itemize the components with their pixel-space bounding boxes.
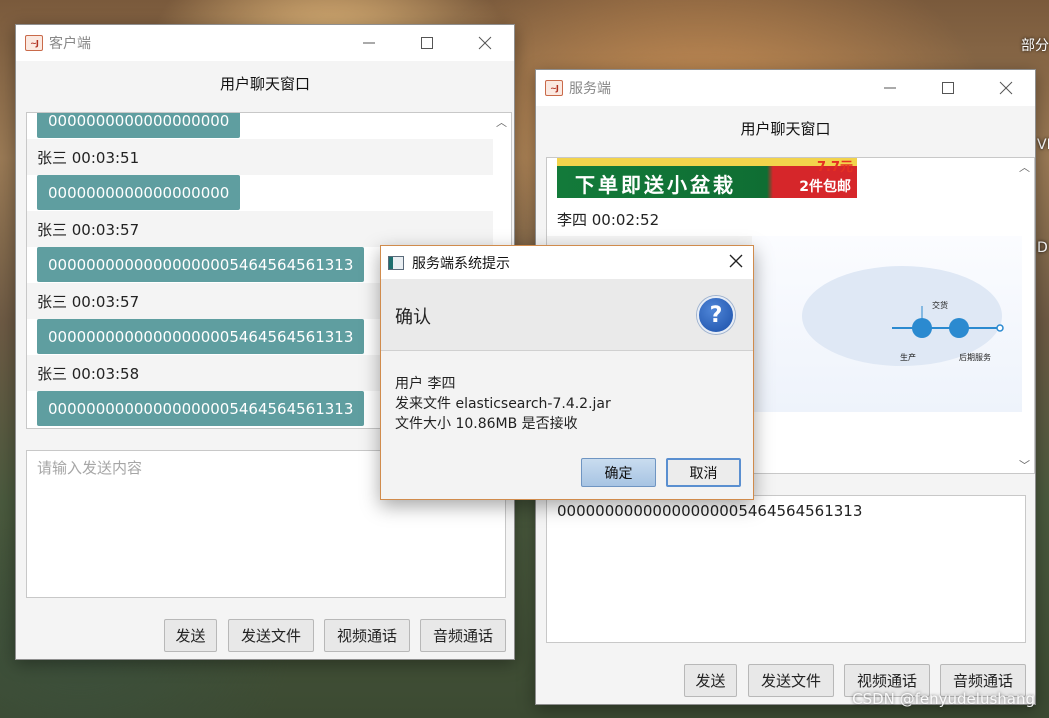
chat-heading: 用户聊天窗口 [740, 120, 831, 138]
message-bubble: 0000000000000000000 [37, 113, 241, 138]
message-row: 张三 00:03:51 [27, 139, 493, 175]
video-call-button[interactable]: 视频通话 [324, 619, 410, 652]
close-icon [999, 81, 1013, 95]
send-file-button[interactable]: 发送文件 [748, 664, 834, 697]
ad-badge: 2件包邮 [799, 179, 851, 195]
image-message-ad-banner: 下单即送小盆栽 7.7元 2件包邮 [557, 158, 857, 198]
client-window-title: 客户端 [49, 36, 91, 52]
server-window-title: 服务端 [569, 81, 611, 97]
desktop-label-partial: 部分 [1021, 38, 1049, 54]
maximize-icon [942, 82, 954, 94]
dialog-line-user: 用户 李四 [395, 376, 456, 392]
close-button[interactable] [977, 70, 1035, 106]
dialog-line-file: 发来文件 elasticsearch-7.4.2.jar [395, 396, 611, 412]
java-app-icon: ~J [545, 80, 563, 96]
server-titlebar[interactable]: ~J 服务端 [536, 70, 1035, 106]
ok-button[interactable]: 确定 [581, 458, 656, 487]
message-input-value: 00000000000000000005464564561313 [557, 502, 863, 520]
ad-main-text: 下单即送小盆栽 [575, 173, 736, 197]
maximize-button[interactable] [919, 70, 977, 106]
message-sender-time: 张三 00:03:57 [37, 220, 140, 239]
send-file-button[interactable]: 发送文件 [228, 619, 314, 652]
send-button[interactable]: 发送 [164, 619, 217, 652]
close-button[interactable] [456, 25, 514, 61]
message-bubble: 00000000000000000005464564561313 [37, 319, 365, 354]
service-flow-diagram: 交货 生产 后期服务 [802, 266, 1004, 366]
dialog-header-text: 确认 [395, 307, 431, 328]
cancel-button[interactable]: 取消 [666, 458, 741, 487]
csdn-watermark: CSDN @fenyudelushang [852, 690, 1035, 708]
dialog-line-size: 文件大小 10.86MB 是否接收 [395, 416, 578, 432]
minimize-button[interactable] [340, 25, 398, 61]
message-row: 0000000000000000000 [27, 175, 493, 211]
desktop-label-edge-1: VI [1037, 137, 1049, 153]
scroll-up-arrow-icon[interactable]: ︿ [1019, 159, 1030, 175]
diagram-label-delivery: 交货 [932, 300, 948, 310]
close-icon [729, 254, 743, 268]
message-bubble: 0000000000000000000 [37, 175, 241, 210]
diagram-label-after-sales: 后期服务 [959, 352, 991, 362]
message-sender-time: 张三 00:03:51 [37, 148, 140, 167]
minimize-icon [884, 87, 896, 89]
scroll-up-arrow-icon[interactable]: ︿ [496, 114, 507, 130]
ad-price: 7.7元 [816, 160, 853, 175]
client-titlebar[interactable]: ~J 客户端 [16, 25, 514, 61]
audio-call-button[interactable]: 音频通话 [420, 619, 506, 652]
dialog-header: 确认 ? [381, 279, 753, 351]
dialog-close-button[interactable] [729, 254, 743, 272]
message-sender-time: 李四 00:02:52 [557, 210, 660, 229]
scroll-down-arrow-icon[interactable]: ﹀ [1019, 457, 1030, 473]
minimize-button[interactable] [861, 70, 919, 106]
message-sender-time: 张三 00:03:57 [37, 292, 140, 311]
confirm-dialog: 服务端系统提示 确认 ? 用户 李四 发来文件 elasticsearch-7.… [380, 245, 754, 500]
diagram-label-production: 生产 [900, 352, 916, 362]
message-bubble: 00000000000000000005464564561313 [37, 247, 365, 282]
dialog-titlebar[interactable]: 服务端系统提示 [381, 246, 753, 279]
java-app-icon: ~J [25, 35, 43, 51]
dialog-message: 用户 李四 发来文件 elasticsearch-7.4.2.jar 文件大小 … [395, 374, 611, 434]
minimize-icon [363, 42, 375, 44]
ad-top-strip [557, 158, 857, 166]
message-row: 李四 00:02:52 [547, 201, 1016, 237]
close-icon [478, 36, 492, 50]
message-row: 张三 00:03:57 [27, 211, 493, 247]
dialog-title: 服务端系统提示 [412, 255, 510, 272]
dialog-app-icon [388, 255, 404, 270]
message-row: 0000000000000000000 [27, 113, 493, 139]
image-message-diagram: 交货 生产 后期服务 [752, 236, 1022, 412]
desktop-label-edge-2: D [1037, 240, 1048, 256]
message-sender-time: 张三 00:03:58 [37, 364, 140, 383]
send-button[interactable]: 发送 [684, 664, 737, 697]
message-input[interactable]: 00000000000000000005464564561313 [546, 495, 1026, 643]
maximize-button[interactable] [398, 25, 456, 61]
maximize-icon [421, 37, 433, 49]
question-icon: ? [697, 296, 735, 334]
message-bubble: 00000000000000000005464564561313 [37, 391, 365, 426]
message-input-placeholder: 请输入发送内容 [37, 459, 143, 477]
chat-heading: 用户聊天窗口 [219, 75, 310, 93]
